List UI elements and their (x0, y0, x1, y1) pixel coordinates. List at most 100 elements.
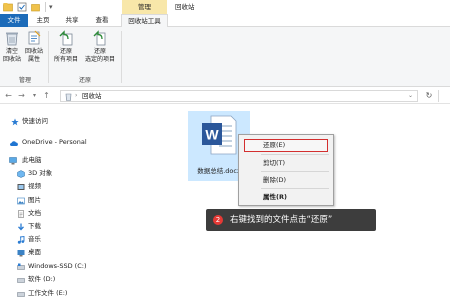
computer-icon (9, 157, 17, 165)
ribbon-tabs: 文件 主页 共享 查看 回收站工具 (0, 14, 450, 28)
menu-item-delete[interactable]: 删除(D) (239, 173, 333, 187)
sidebar-item-documents[interactable]: 文档 (0, 207, 180, 220)
restore-selected-icon (92, 30, 108, 46)
group-label-restore: 还原 (78, 77, 91, 84)
word-document-icon: W (201, 114, 237, 156)
title-bar: ▾ 管理 回收站 (0, 0, 450, 14)
navigation-pane: 快速访问 OneDrive - Personal 此电脑 3D 对象 视频 图片… (0, 105, 180, 300)
recent-locations-chevron-icon[interactable]: ▾ (30, 91, 39, 101)
document-icon (17, 210, 25, 218)
cube-icon (17, 170, 25, 178)
sidebar-item-onedrive[interactable]: OneDrive - Personal (0, 136, 180, 149)
menu-divider (261, 154, 329, 155)
star-icon (11, 118, 19, 126)
drive-icon (17, 290, 25, 298)
sidebar-item-label: 快速访问 (22, 117, 48, 125)
instruction-text: 右键找到的文件点击“还原” (230, 215, 333, 225)
refresh-icon[interactable]: ↻ (424, 91, 434, 101)
properties-icon[interactable] (17, 2, 27, 12)
context-menu: 还原(E) 剪切(T) 删除(D) 属性(R) (238, 134, 334, 206)
ribbon-group-divider (48, 31, 49, 83)
toolbar-divider (45, 2, 46, 12)
instruction-callout: 2 右键找到的文件点击“还原” (206, 209, 376, 231)
empty-bin-label-2: 回收站 (2, 56, 21, 63)
sidebar-item-drive-e[interactable]: 工作文件 (E:) (0, 287, 180, 300)
sidebar-item-videos[interactable]: 视频 (0, 180, 180, 193)
address-bar[interactable]: › 回收站 ⌄ (60, 90, 418, 102)
sidebar-item-label: 软件 (D:) (28, 275, 56, 283)
sidebar-item-label: Windows-SSD (C:) (28, 262, 87, 270)
sidebar-item-label: 工作文件 (E:) (28, 289, 68, 297)
sidebar-item-quick-access[interactable]: 快速访问 (0, 115, 180, 128)
sidebar-item-label: 文档 (28, 209, 41, 217)
sidebar-item-drive-c[interactable]: Windows-SSD (C:) (0, 260, 180, 273)
sidebar-item-label: 音乐 (28, 235, 41, 243)
up-arrow-icon[interactable]: ↑ (42, 91, 51, 101)
drive-icon (17, 276, 25, 284)
menu-item-restore[interactable]: 还原(E) (244, 139, 328, 152)
restore-selected-button[interactable]: 还原 选定的项目 (82, 30, 118, 64)
restore-selected-label-2: 选定的项目 (84, 56, 115, 63)
back-arrow-icon[interactable]: ← (4, 91, 13, 101)
restore-selected-label-1: 还原 (93, 48, 106, 55)
recycle-bin-icon (64, 92, 73, 101)
drive-icon (17, 263, 25, 271)
download-icon (17, 223, 25, 231)
search-box[interactable] (438, 90, 450, 102)
tab-manage-context[interactable]: 管理 (122, 0, 167, 14)
bin-properties-label-2: 属性 (27, 56, 40, 63)
sidebar-item-downloads[interactable]: 下载 (0, 220, 180, 233)
tab-recycle-bin-tools[interactable]: 回收站工具 (121, 14, 168, 28)
forward-arrow-icon[interactable]: → (17, 91, 26, 101)
ribbon-group-divider (121, 31, 122, 83)
sidebar-item-desktop[interactable]: 桌面 (0, 246, 180, 259)
restore-all-button[interactable]: 还原 所有项目 (52, 30, 80, 64)
sidebar-item-music[interactable]: 音乐 (0, 233, 180, 246)
menu-divider (261, 171, 329, 172)
properties-icon (26, 30, 42, 46)
breadcrumb-chevron-icon[interactable]: › (75, 91, 77, 101)
tab-view[interactable]: 查看 (88, 14, 116, 27)
restore-all-icon (58, 30, 74, 46)
sidebar-item-this-pc[interactable]: 此电脑 (0, 154, 180, 167)
folder-icon (3, 2, 13, 12)
empty-bin-label-1: 清空 (5, 48, 18, 55)
sidebar-item-label: 3D 对象 (28, 169, 53, 177)
customize-toolbar-icon[interactable]: ▾ (49, 2, 59, 12)
recycle-bin-properties-button[interactable]: 回收站 属性 (23, 30, 45, 64)
bin-properties-label-1: 回收站 (24, 48, 43, 55)
group-label-manage: 管理 (18, 77, 31, 84)
sidebar-item-label: 图片 (28, 196, 41, 204)
restore-all-label-2: 所有项目 (53, 56, 78, 63)
menu-item-cut[interactable]: 剪切(T) (239, 156, 333, 170)
address-dropdown-icon[interactable]: ⌄ (408, 91, 413, 101)
sidebar-item-label: 此电脑 (22, 156, 42, 164)
sidebar-item-label: OneDrive - Personal (22, 138, 87, 146)
new-folder-icon[interactable] (31, 2, 41, 12)
picture-icon (17, 197, 25, 205)
breadcrumb[interactable]: 回收站 (82, 91, 102, 101)
sidebar-item-pictures[interactable]: 图片 (0, 194, 180, 207)
menu-divider (261, 188, 329, 189)
cloud-icon (9, 139, 19, 147)
video-icon (17, 183, 25, 191)
restore-all-label-1: 还原 (59, 48, 72, 55)
empty-recycle-bin-button[interactable]: 清空 回收站 (2, 30, 22, 64)
sidebar-item-label: 视频 (28, 182, 41, 190)
sidebar-item-3d-objects[interactable]: 3D 对象 (0, 167, 180, 180)
sidebar-item-drive-d[interactable]: 软件 (D:) (0, 273, 180, 286)
desktop-icon (17, 249, 25, 257)
step-badge: 2 (213, 215, 223, 225)
recycle-bin-icon (4, 30, 20, 46)
ribbon: 清空 回收站 回收站 属性 管理 还原 所有项目 还原 选定的项目 还原 (0, 27, 450, 87)
sidebar-item-label: 桌面 (28, 248, 41, 256)
tab-home[interactable]: 主页 (30, 14, 56, 27)
tab-file[interactable]: 文件 (0, 14, 28, 27)
sidebar-item-label: 下载 (28, 222, 41, 230)
menu-item-properties[interactable]: 属性(R) (239, 190, 333, 204)
window-title: 回收站 (175, 3, 195, 11)
music-icon (17, 235, 25, 244)
tab-share[interactable]: 共享 (58, 14, 86, 27)
word-icon-letter: W (205, 127, 219, 143)
address-row: ← → ▾ ↑ › 回收站 ⌄ ↻ (0, 88, 450, 104)
